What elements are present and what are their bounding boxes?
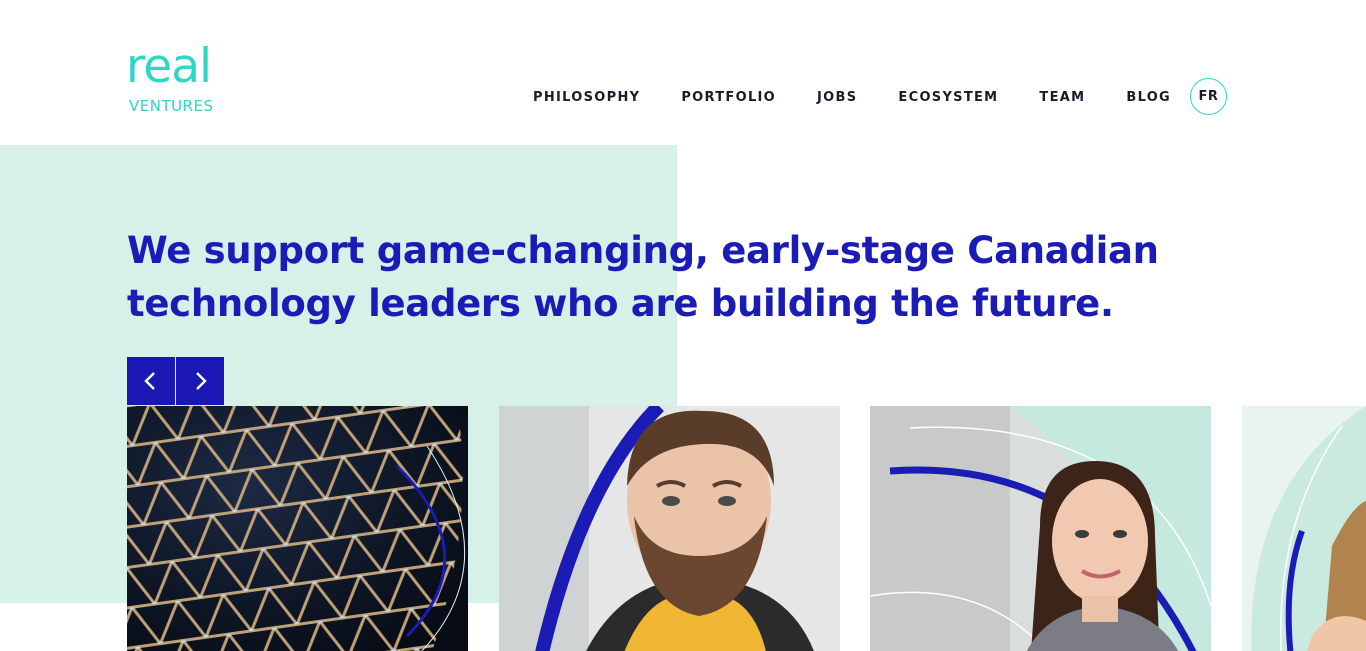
main-nav: PHILOSOPHY PORTFOLIO JOBS ECOSYSTEM TEAM…: [533, 78, 1212, 116]
portrait-man-image: [499, 406, 840, 651]
page: real VENTURES PHILOSOPHY PORTFOLIO JOBS …: [0, 0, 1366, 651]
logo-subword: VENTURES: [129, 97, 214, 115]
carousel-controls: [127, 357, 224, 405]
portrait-woman-partial-image: [1242, 406, 1366, 651]
nav-item-jobs[interactable]: JOBS: [817, 90, 857, 105]
carousel-next-button[interactable]: [176, 357, 224, 405]
carousel-prev-button[interactable]: [127, 357, 175, 405]
chevron-left-icon: [144, 372, 155, 390]
nav-item-team[interactable]: TEAM: [1039, 90, 1085, 105]
portrait-woman-image: [870, 406, 1211, 651]
nav-item-philosophy[interactable]: PHILOSOPHY: [533, 90, 640, 105]
logo-word: real: [126, 39, 212, 94]
language-toggle-button[interactable]: FR: [1190, 78, 1227, 115]
carousel-card[interactable]: [1242, 406, 1366, 651]
chevron-right-icon: [196, 372, 207, 390]
logo[interactable]: real VENTURES: [126, 42, 236, 118]
carousel-card[interactable]: [499, 406, 840, 651]
geodesic-structure-image: [127, 406, 468, 651]
nav-item-ecosystem[interactable]: ECOSYSTEM: [898, 90, 998, 105]
nav-item-blog[interactable]: BLOG: [1126, 90, 1171, 105]
carousel-card[interactable]: [127, 406, 468, 651]
nav-item-portfolio[interactable]: PORTFOLIO: [681, 90, 776, 105]
carousel-card[interactable]: [870, 406, 1211, 651]
hero-headline: We support game-changing, early-stage Ca…: [127, 229, 1159, 325]
